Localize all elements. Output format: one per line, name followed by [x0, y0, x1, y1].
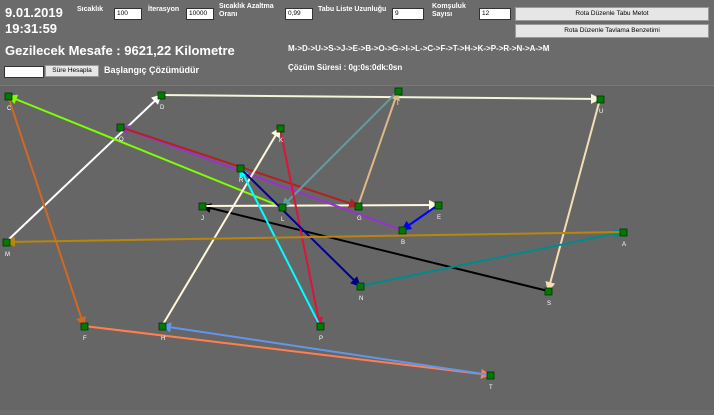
city-label-F: F	[83, 336, 87, 342]
city-label-J: J	[201, 216, 204, 222]
komsuluk-label: Komşuluk Sayısı	[432, 3, 466, 18]
route-edge-S-J	[201, 203, 549, 292]
city-node-L	[278, 203, 287, 212]
city-label-U: U	[599, 109, 603, 115]
iterasyon-label: İterasyon	[148, 6, 180, 13]
route-edge-M-D	[5, 94, 162, 243]
date-text: 9.01.2019	[5, 5, 63, 20]
city-label-O: O	[119, 137, 124, 143]
city-node-S	[544, 287, 553, 296]
komsuluk-input[interactable]: 12	[479, 8, 511, 20]
rota-tavlama-button[interactable]: Rota Düzenle Tavlama Benzetimi	[515, 24, 709, 38]
city-label-A: A	[622, 242, 626, 248]
city-node-B	[398, 226, 407, 235]
route-edge-E-B	[401, 204, 439, 231]
city-label-D: D	[160, 105, 165, 111]
city-node-P	[316, 322, 325, 331]
city-label-M: M	[5, 252, 10, 258]
route-text: M->D->U->S->J->E->B->O->G->I->L->C->F->T…	[288, 44, 550, 53]
sure-hesapla-button[interactable]: Süre Hesapla	[45, 65, 99, 77]
route-canvas: C D I U O K R J L G E B M A N S F H P T	[0, 85, 714, 410]
route-edge-I-L	[281, 90, 399, 208]
city-node-R	[236, 164, 245, 173]
route-edge-T-H	[161, 322, 491, 376]
city-node-G	[354, 202, 363, 211]
route-edge-C-F	[7, 95, 86, 327]
city-node-H	[158, 322, 167, 331]
city-label-K: K	[279, 138, 283, 144]
city-label-P: P	[319, 336, 323, 342]
city-node-T	[486, 371, 495, 380]
city-node-I	[394, 87, 403, 96]
city-node-A	[619, 228, 628, 237]
city-node-F	[80, 322, 89, 331]
city-label-S: S	[547, 301, 551, 307]
city-label-B: B	[401, 240, 405, 246]
city-label-H: H	[161, 336, 165, 342]
start-status-text: Başlangıç Çözümüdür	[104, 65, 200, 75]
route-edge-P-R	[239, 167, 321, 327]
route-edge-J-E	[201, 200, 439, 211]
city-node-U	[596, 95, 605, 104]
tabu-input[interactable]: 9	[392, 8, 424, 20]
route-edge-H-K	[161, 127, 281, 327]
iterasyon-input[interactable]: 10000	[186, 8, 214, 20]
clock: 9.01.2019 19:31:59	[5, 5, 63, 37]
azaltma-input[interactable]: 0,99	[285, 8, 313, 20]
city-label-L: L	[281, 217, 285, 223]
start-input[interactable]	[4, 66, 44, 78]
tabu-label: Tabu Liste Uzunluğu	[318, 6, 387, 13]
route-edge-F-T	[83, 325, 491, 379]
city-node-N	[356, 282, 365, 291]
route-edge-G-I	[357, 90, 400, 207]
city-node-C	[4, 92, 13, 101]
route-edge-D-U	[160, 93, 601, 104]
route-edge-L-C	[7, 94, 283, 208]
city-node-M	[2, 238, 11, 247]
distance-text: Gezilecek Mesafe : 9621,22 Kilometre	[5, 43, 235, 58]
route-edge-U-S	[545, 98, 601, 292]
duration-text: Çözüm Süresi : 0g:0s:0dk:0sn	[288, 63, 403, 72]
city-label-E: E	[437, 215, 441, 221]
time-text: 19:31:59	[5, 21, 58, 36]
city-label-R: R	[239, 178, 244, 184]
azaltma-label: Sıcaklık Azaltma Oranı	[219, 3, 274, 18]
sicaklik-input[interactable]: 100	[114, 8, 142, 20]
city-node-K	[276, 124, 285, 133]
city-label-G: G	[357, 216, 362, 222]
city-label-T: T	[489, 385, 493, 391]
city-node-J	[198, 202, 207, 211]
city-node-O	[116, 123, 125, 132]
city-label-N: N	[359, 296, 363, 302]
city-node-E	[434, 201, 443, 210]
route-edge-B-O	[119, 125, 403, 231]
city-label-I: I	[397, 101, 399, 107]
city-label-C: C	[7, 106, 12, 112]
route-graph: C D I U O K R J L G E B M A N S F H P T	[2, 87, 628, 391]
rota-tabu-button[interactable]: Rota Düzenle Tabu Metot	[515, 7, 709, 21]
city-node-D	[157, 91, 166, 100]
sicaklik-label: Sıcaklık	[77, 6, 104, 13]
